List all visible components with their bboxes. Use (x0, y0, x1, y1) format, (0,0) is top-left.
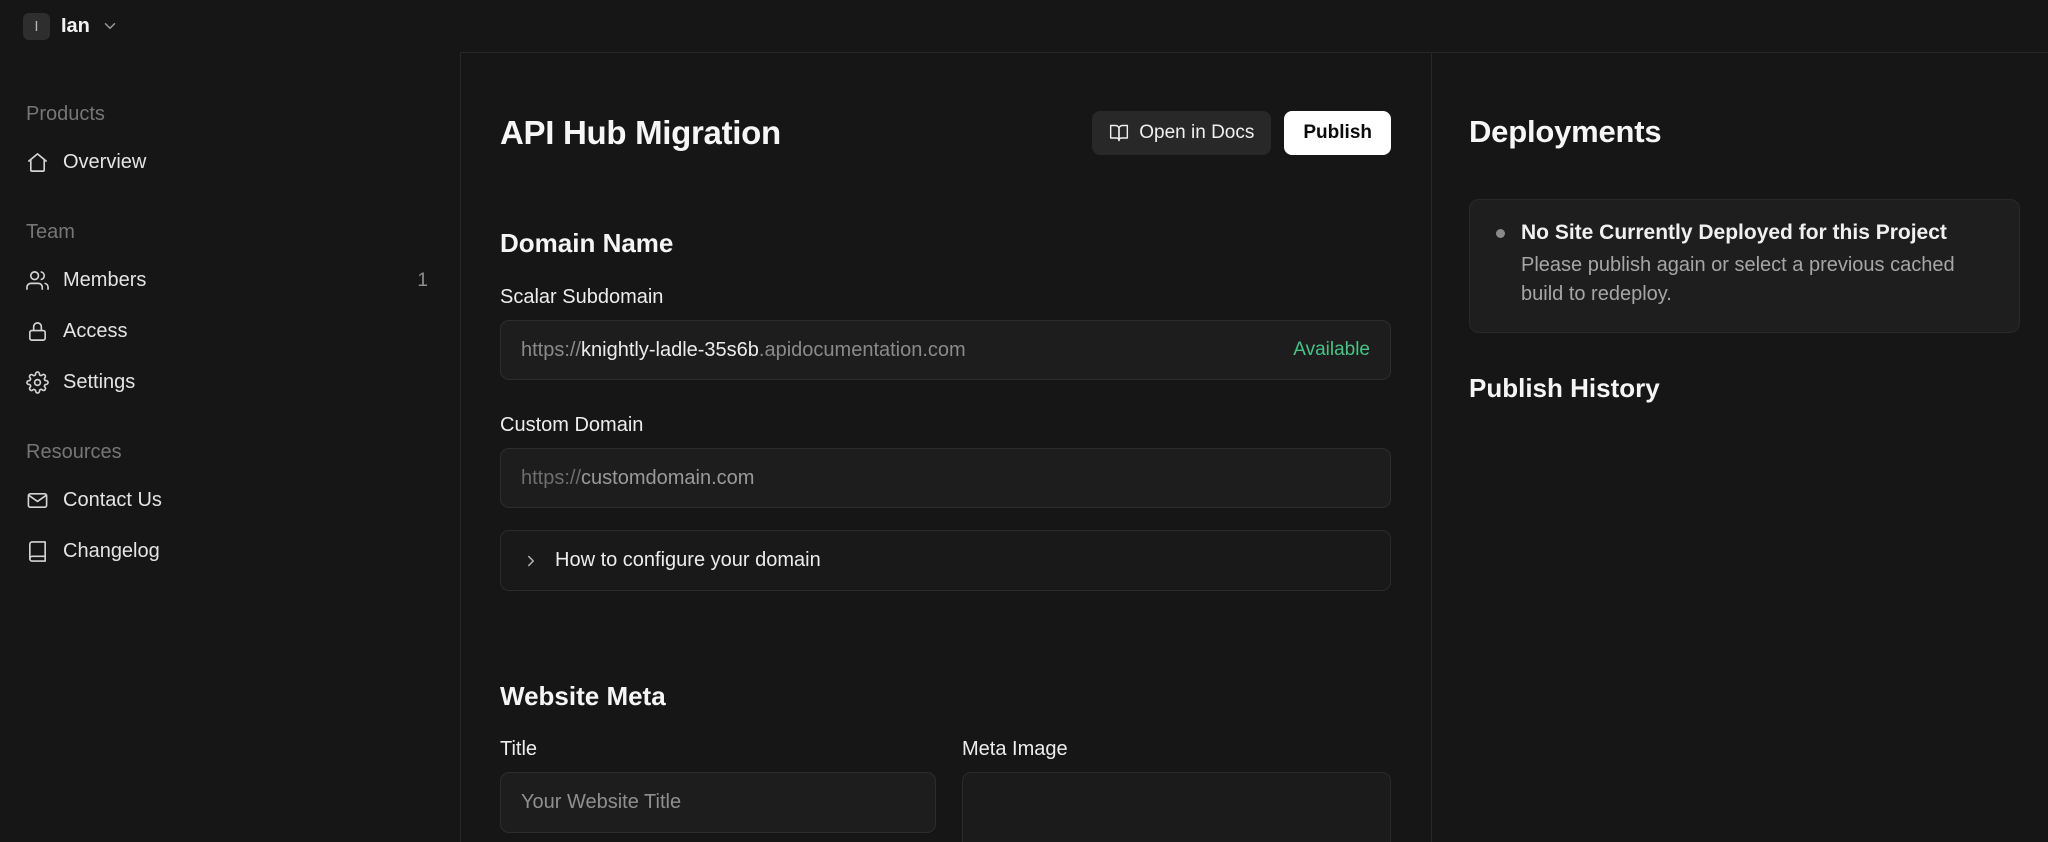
meta-image-column: Meta Image (962, 713, 1391, 842)
lock-icon (26, 320, 49, 343)
sidebar-item-label: Settings (63, 371, 136, 393)
workspace-switcher[interactable]: I Ian (23, 12, 119, 40)
sidebar-item-contact-us[interactable]: Contact Us (24, 475, 436, 526)
page-title: API Hub Migration (500, 114, 781, 151)
workspace-avatar: I (23, 12, 50, 40)
sidebar-item-changelog[interactable]: Changelog (24, 526, 436, 577)
members-count-badge: 1 (417, 269, 428, 291)
main-header: API Hub Migration Open in Docs Publish (500, 111, 1391, 155)
website-meta-row: Title Meta Image (500, 713, 1391, 842)
deployment-status-title: No Site Currently Deployed for this Proj… (1521, 221, 1947, 244)
chevron-right-icon (522, 552, 540, 570)
custom-domain-prefix: https:// (521, 466, 582, 489)
open-book-icon (1109, 123, 1129, 143)
website-title-input[interactable] (500, 772, 936, 833)
publish-button[interactable]: Publish (1284, 111, 1391, 155)
meta-image-upload[interactable] (962, 772, 1391, 842)
deployment-status-card: No Site Currently Deployed for this Proj… (1469, 199, 2020, 333)
subdomain-prefix: https:// (521, 338, 582, 361)
workspace-name: Ian (61, 14, 90, 37)
custom-domain-label: Custom Domain (500, 414, 644, 436)
deployments-heading: Deployments (1469, 114, 1662, 149)
deployments-panel: Deployments No Site Currently Deployed f… (1432, 52, 2048, 842)
header-actions: Open in Docs Publish (1092, 111, 1391, 155)
home-icon (26, 151, 49, 174)
gear-icon (26, 371, 49, 394)
status-dot-icon (1496, 228, 1505, 238)
sidebar-item-label: Contact Us (63, 489, 162, 511)
publish-history-heading: Publish History (1469, 373, 1660, 403)
sidebar-item-overview[interactable]: Overview (24, 137, 436, 188)
scalar-subdomain-field[interactable]: https://knightly-ladle-35s6b .apidocument… (500, 320, 1391, 380)
subdomain-suffix: .apidocumentation.com (758, 338, 966, 361)
mail-icon (26, 489, 49, 512)
sidebar-section-resources: Resources (26, 441, 122, 463)
sidebar-item-members[interactable]: Members 1 (24, 255, 436, 306)
subdomain-value: knightly-ladle-35s6b (581, 338, 759, 361)
domain-section-heading: Domain Name (500, 228, 674, 258)
book-icon (26, 540, 49, 563)
availability-status: Available (1293, 339, 1370, 360)
users-icon (26, 269, 49, 292)
scalar-subdomain-label: Scalar Subdomain (500, 286, 664, 308)
sidebar-item-label: Overview (63, 151, 147, 173)
layout: Products Overview Team Members 1 Access (0, 52, 2048, 842)
open-in-docs-label: Open in Docs (1139, 122, 1255, 143)
website-meta-heading: Website Meta (500, 681, 666, 711)
sidebar-section-team: Team (26, 221, 75, 243)
website-title-column: Title (500, 713, 936, 842)
configure-domain-disclosure[interactable]: How to configure your domain (500, 530, 1391, 591)
sidebar-item-label: Changelog (63, 540, 160, 562)
website-title-label: Title (500, 738, 538, 760)
custom-domain-field[interactable]: https://customdomain.com (500, 448, 1391, 508)
sidebar-item-label: Members (63, 269, 147, 291)
custom-domain-placeholder: customdomain.com (581, 466, 755, 489)
open-in-docs-button[interactable]: Open in Docs (1092, 111, 1272, 155)
sidebar-section-products: Products (26, 103, 105, 125)
deployment-status-title-row: No Site Currently Deployed for this Proj… (1496, 221, 1993, 245)
meta-image-label: Meta Image (962, 738, 1068, 760)
sidebar: Products Overview Team Members 1 Access (0, 52, 461, 842)
topbar: I Ian (0, 0, 2048, 52)
configure-domain-label: How to configure your domain (555, 549, 821, 571)
sidebar-item-access[interactable]: Access (24, 306, 436, 357)
deployment-status-description: Please publish again or select a previou… (1521, 254, 1955, 305)
chevron-down-icon (101, 17, 119, 35)
sidebar-item-label: Access (63, 320, 128, 342)
sidebar-item-settings[interactable]: Settings (24, 357, 436, 408)
main-content: API Hub Migration Open in Docs Publish D… (461, 52, 1432, 842)
